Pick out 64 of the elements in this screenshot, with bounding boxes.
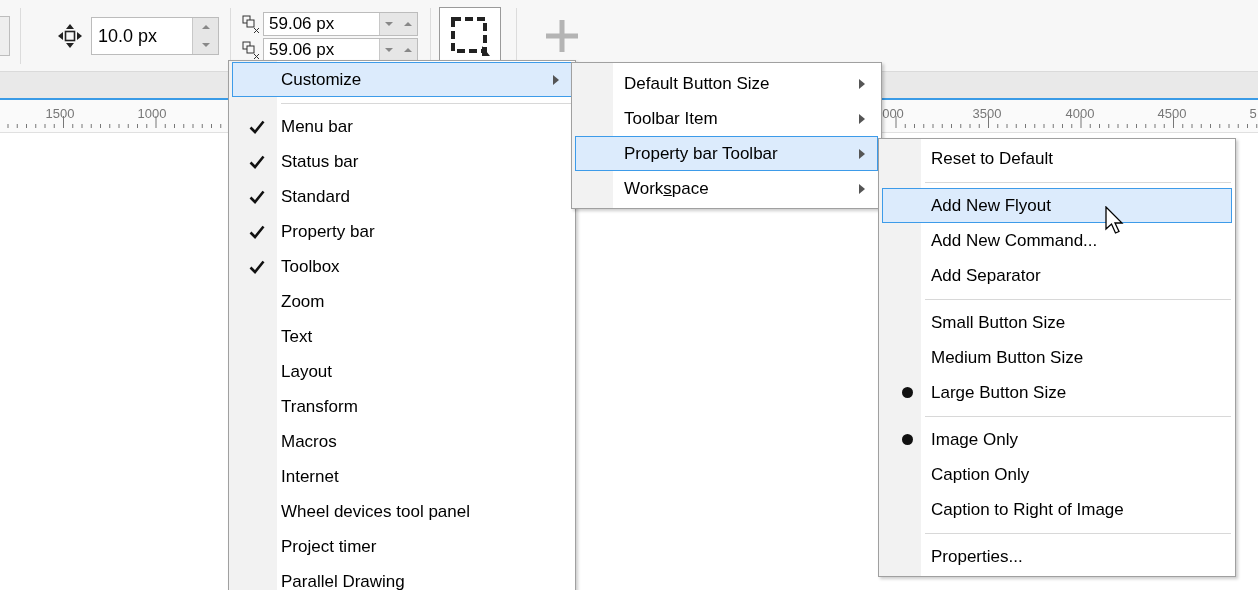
menu-item[interactable]: Menu bar: [232, 109, 572, 144]
checkmark-icon: [249, 224, 265, 239]
checkmark-icon: [249, 119, 265, 134]
checkmark-icon: [249, 259, 265, 274]
ruler-label: 4000: [1065, 105, 1095, 123]
menu-item[interactable]: Caption Only: [882, 457, 1232, 492]
menu-item[interactable]: Property bar: [232, 214, 572, 249]
menu-item[interactable]: Zoom: [232, 284, 572, 319]
ruler-label: 5: [1249, 105, 1257, 123]
plus-icon[interactable]: [544, 17, 580, 54]
radio-dot-icon: [901, 434, 913, 445]
menu-item[interactable]: Transform: [232, 389, 572, 424]
menu-item[interactable]: Toolbox: [232, 249, 572, 284]
move-icon[interactable]: [57, 22, 83, 49]
menu-item[interactable]: Add New Command...: [882, 223, 1232, 258]
menu-item[interactable]: Small Button Size: [882, 305, 1232, 340]
menu-item[interactable]: Internet: [232, 459, 572, 494]
menu-item[interactable]: Image Only: [882, 422, 1232, 457]
nudge-field[interactable]: 10.0 px: [91, 16, 219, 55]
down-arrow-icon: [200, 41, 211, 48]
down-arrow-icon: [384, 21, 395, 27]
up-arrow-icon: [200, 23, 211, 30]
ruler-label: 1500: [45, 105, 75, 123]
width-icon: [241, 14, 261, 34]
menu-item[interactable]: Wheel devices tool panel: [232, 494, 572, 529]
submenu-arrow-icon: [859, 113, 865, 124]
menu-item[interactable]: Large Button Size: [882, 375, 1232, 410]
spin-buttons[interactable]: [379, 13, 417, 35]
ruler-label: 4500: [1157, 105, 1187, 123]
menu-item[interactable]: Standard: [232, 179, 572, 214]
submenu-arrow-icon: [859, 78, 865, 89]
checkmark-icon: [249, 189, 265, 204]
size-field[interactable]: 59.06 px: [263, 12, 418, 36]
menu-item[interactable]: Customize: [232, 62, 572, 97]
menu-item[interactable]: Project timer: [232, 529, 572, 564]
ruler-label: 1000: [137, 105, 167, 123]
submenu-arrow-icon: [859, 183, 865, 194]
menu-item[interactable]: Caption to Right of Image: [882, 492, 1232, 527]
menu-item[interactable]: Macros: [232, 424, 572, 459]
ruler-label: 000: [882, 105, 904, 123]
radio-dot-icon: [901, 387, 913, 398]
menu-item[interactable]: Parallel Drawing: [232, 564, 572, 590]
menu-item[interactable]: Properties...: [882, 539, 1232, 574]
down-arrow-icon: [384, 47, 395, 53]
ruler-label: 3500: [972, 105, 1002, 123]
menu-item[interactable]: Toolbar Item: [575, 101, 878, 136]
menu-item[interactable]: Medium Button Size: [882, 340, 1232, 375]
menu-item[interactable]: Status bar: [232, 144, 572, 179]
spin-buttons[interactable]: [379, 39, 417, 61]
menu-item[interactable]: Add New Flyout: [882, 188, 1232, 223]
menu-item[interactable]: Property bar Toolbar: [575, 136, 878, 171]
spin-buttons[interactable]: [192, 17, 218, 54]
size-field[interactable]: 59.06 px: [263, 38, 418, 62]
menu-item[interactable]: Workspace: [575, 171, 878, 206]
submenu-arrow-icon: [859, 148, 865, 159]
checkmark-icon: [249, 154, 265, 169]
menu-item[interactable]: Layout: [232, 354, 572, 389]
menu-item[interactable]: Text: [232, 319, 572, 354]
menu-item[interactable]: Default Button Size: [575, 66, 878, 101]
up-arrow-icon: [402, 21, 413, 27]
submenu-arrow-icon: [553, 74, 559, 85]
up-arrow-icon: [402, 47, 413, 53]
menu-item[interactable]: Reset to Default: [882, 141, 1232, 176]
menu-item[interactable]: Add Separator: [882, 258, 1232, 293]
